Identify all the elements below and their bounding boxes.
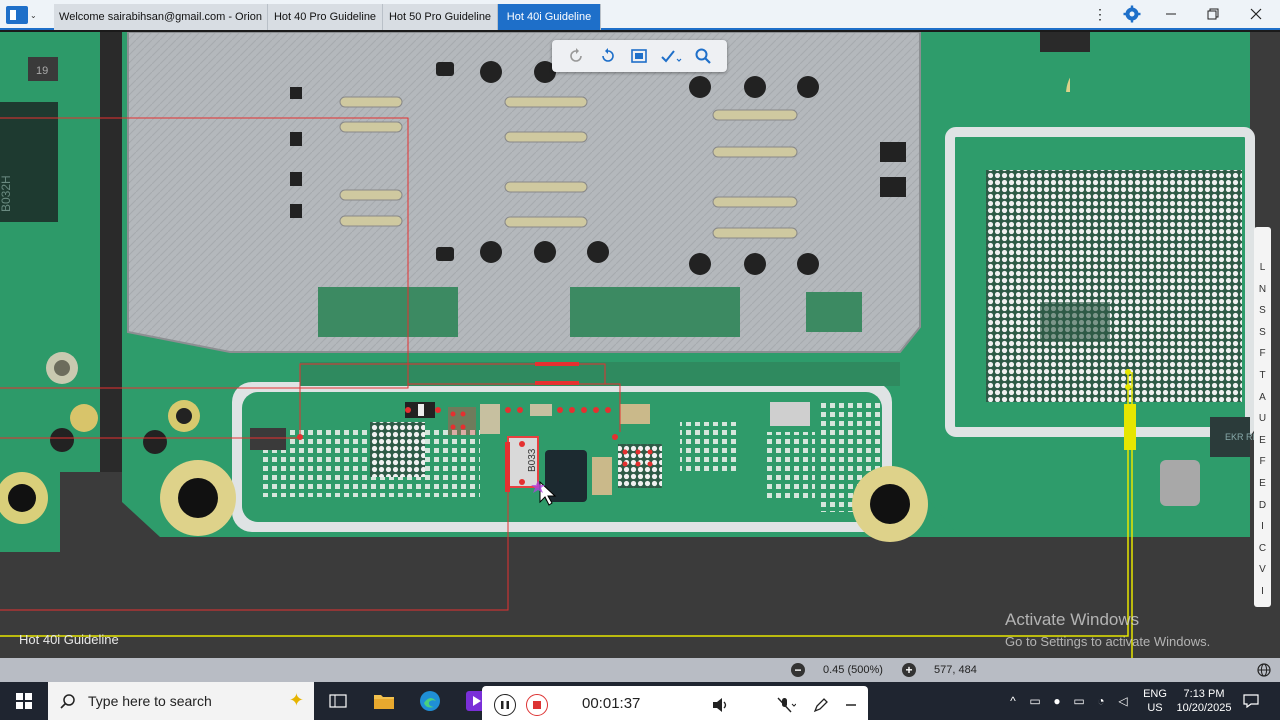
app-window: ⌄ Welcome sairabihsan@gmail.com - Orion …: [0, 0, 1280, 720]
pcb-board-image[interactable]: B032H 19 B033 EKR RM: [0, 32, 1280, 658]
viewer-toolbar: [552, 40, 727, 72]
pause-icon[interactable]: [494, 694, 516, 716]
clock-time: 7:13 PM: [1183, 688, 1225, 700]
tab-welcome[interactable]: Welcome sairabihsan@gmail.com - Orion: [54, 4, 268, 30]
panel-letter: S: [1259, 326, 1266, 338]
search-placeholder: Type here to search: [88, 693, 212, 709]
tab-hot40i[interactable]: Hot 40i Guideline: [498, 4, 601, 30]
search-icon: [60, 694, 75, 709]
zoom-level: 0.45 (500%): [823, 664, 883, 676]
windows-logo-icon: [16, 693, 32, 709]
region-code: US: [1147, 702, 1163, 714]
right-side-panel[interactable]: L N S S F T A U E F E D I C V I: [1254, 227, 1271, 607]
minus-icon[interactable]: −: [791, 662, 805, 678]
panel-letter: T: [1259, 369, 1266, 381]
task-view-icon[interactable]: [320, 686, 356, 716]
plus-icon[interactable]: +: [902, 662, 916, 678]
file-explorer-icon[interactable]: [366, 686, 402, 716]
minimize-icon[interactable]: [1158, 3, 1184, 25]
start-button[interactable]: [4, 686, 44, 716]
chevron-up-icon[interactable]: ^: [1002, 682, 1024, 720]
pen-annotate-icon[interactable]: [810, 694, 832, 716]
copilot-sparkle-icon: ✦: [288, 690, 304, 710]
draw-check-icon[interactable]: [658, 44, 684, 68]
tab-hot50pro[interactable]: Hot 50 Pro Guideline: [383, 4, 498, 30]
panel-letter: S: [1259, 305, 1266, 317]
chip-label-b032h: B032H: [0, 175, 13, 212]
chip-label-19: 19: [36, 65, 48, 77]
tab-hot40pro[interactable]: Hot 40 Pro Guideline: [268, 4, 383, 30]
search-icon[interactable]: [690, 44, 716, 68]
panel-letter: I: [1261, 585, 1264, 597]
battery-icon[interactable]: ▭: [1068, 682, 1090, 720]
panel-letter: I: [1261, 521, 1264, 533]
guideline-label: Hot 40i Guideline: [19, 632, 119, 647]
board-canvas[interactable]: B032H 19 B033 EKR RM L N S S F T A U E F…: [0, 32, 1280, 658]
app-logo-icon: [6, 6, 28, 24]
panel-letter: A: [1259, 391, 1266, 403]
wifi-icon[interactable]: ◔: [1090, 682, 1112, 720]
microphone-icon[interactable]: ●: [1046, 682, 1068, 720]
right-panel-letters: L N S S F T A U E F E D I C V I: [1255, 257, 1270, 603]
panel-letter: L: [1259, 262, 1266, 273]
panel-letter: C: [1258, 542, 1267, 554]
cursor-coordinates: 577, 484: [934, 664, 977, 676]
chevron-down-icon: ⌄: [30, 10, 37, 20]
panel-letter: E: [1259, 434, 1266, 446]
volume-icon[interactable]: ◁: [1112, 682, 1134, 720]
activation-watermark-subtitle: Go to Settings to activate Windows.: [1005, 634, 1211, 649]
panel-letter: V: [1259, 564, 1266, 576]
restore-icon[interactable]: [1200, 3, 1226, 25]
clock-date: 10/20/2025: [1176, 702, 1232, 714]
microphone-muted-icon[interactable]: [772, 694, 800, 716]
clock[interactable]: 7:13 PM 10/20/2025: [1174, 682, 1234, 720]
gear-icon[interactable]: [1119, 3, 1145, 25]
minimize-recorder-icon[interactable]: [840, 694, 862, 716]
rotate-left-icon[interactable]: [563, 44, 589, 68]
language-code: ENG: [1143, 688, 1167, 700]
speaker-icon[interactable]: [710, 694, 732, 716]
stop-record-icon[interactable]: [526, 694, 548, 716]
panel-letter: D: [1258, 499, 1267, 511]
chip-label-b033: B033: [527, 448, 538, 472]
panel-letter: U: [1258, 413, 1267, 425]
status-bar: − 0.45 (500%) + 577, 484: [0, 658, 1280, 682]
activation-watermark-title: Activate Windows: [1005, 610, 1140, 629]
language-indicator[interactable]: ENG US: [1142, 682, 1168, 720]
notification-icon[interactable]: [1238, 682, 1264, 720]
panel-letter: F: [1259, 456, 1266, 468]
edge-browser-icon[interactable]: [412, 686, 448, 716]
panel-letter: N: [1258, 283, 1267, 295]
panel-letter: E: [1259, 477, 1266, 489]
fit-screen-icon[interactable]: [626, 44, 652, 68]
record-timer: 00:01:37: [582, 695, 641, 712]
meet-now-icon[interactable]: ▭: [1024, 682, 1046, 720]
system-tray: ^ ▭ ● ▭ ◔ ◁: [1002, 682, 1134, 720]
panel-letter: F: [1259, 348, 1266, 360]
screen-recorder-bar: 00:01:37: [482, 686, 868, 720]
title-bar: ⌄ Welcome sairabihsan@gmail.com - Orion …: [0, 0, 1280, 30]
vertical-dots-icon[interactable]: ⋮: [1087, 3, 1113, 25]
globe-icon[interactable]: [1257, 662, 1271, 678]
app-menu-button[interactable]: ⌄: [4, 4, 42, 26]
taskbar-search-input[interactable]: Type here to search ✦: [48, 682, 314, 720]
close-icon[interactable]: [1243, 3, 1269, 25]
rotate-right-icon[interactable]: [595, 44, 621, 68]
